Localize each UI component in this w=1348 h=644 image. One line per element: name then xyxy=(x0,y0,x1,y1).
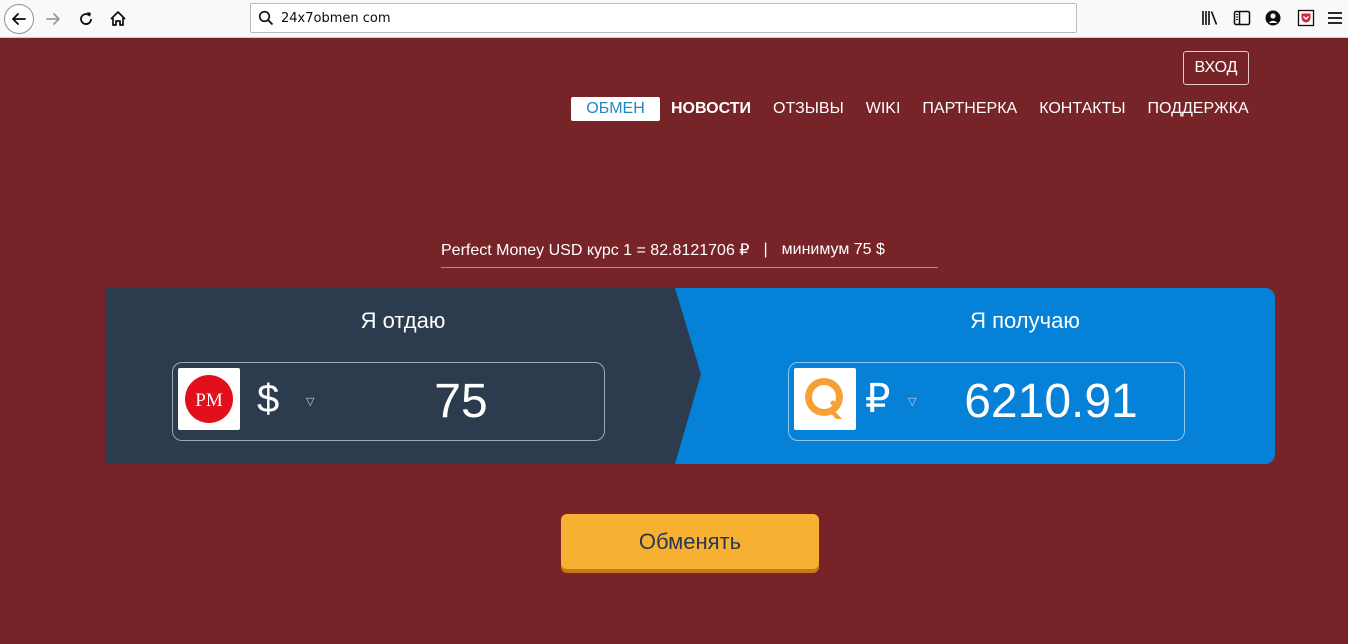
give-currency-dropdown-icon[interactable]: ▽ xyxy=(306,395,314,408)
svg-text:PM: PM xyxy=(195,390,223,411)
get-title: Я получаю xyxy=(970,308,1080,333)
menu-item-reviews[interactable]: ОТЗЫВЫ xyxy=(773,97,844,121)
forward-arrow-icon[interactable] xyxy=(38,4,68,34)
give-amount-field: PM $ ▽ 75 xyxy=(172,362,605,441)
menu-item-exchange[interactable]: ОБМЕН xyxy=(571,97,660,121)
exchange-rate-text: Perfect Money USD курс 1 = 82.8121706 ₽ xyxy=(441,241,750,259)
get-currency-symbol[interactable]: ₽ xyxy=(865,375,890,423)
search-icon xyxy=(258,10,274,26)
browser-toolbar: 24x7obmen com xyxy=(0,0,1348,38)
get-amount-field: ₽ ▽ 6210.91 xyxy=(788,362,1185,441)
pocket-icon[interactable] xyxy=(1296,8,1316,28)
menu-item-support[interactable]: ПОДДЕРЖКА xyxy=(1148,97,1249,121)
rate-separator: | xyxy=(763,240,768,258)
qiwi-logo[interactable] xyxy=(794,368,856,430)
minimum-amount-text: минимум 75 $ xyxy=(781,240,885,258)
reload-icon[interactable] xyxy=(71,4,101,34)
give-title: Я отдаю xyxy=(360,308,446,333)
home-icon[interactable] xyxy=(103,4,133,34)
exchange-rate-line: Perfect Money USD курс 1 = 82.8121706 ₽ … xyxy=(441,232,938,268)
exchange-panel: Я отдаю Я получаю PM $ ▽ 75 ₽ ▽ 6210.91 xyxy=(105,288,1275,464)
get-amount-input[interactable]: 6210.91 xyxy=(939,373,1163,431)
login-button[interactable]: ВХОД xyxy=(1183,51,1249,85)
library-icon[interactable] xyxy=(1200,8,1220,28)
url-text[interactable]: 24x7obmen com xyxy=(281,11,391,26)
back-arrow-icon[interactable] xyxy=(4,4,34,34)
main-menu: ОБМЕН НОВОСТИ ОТЗЫВЫ WIKI ПАРТНЕРКА КОНТ… xyxy=(571,97,1249,121)
get-currency-dropdown-icon[interactable]: ▽ xyxy=(908,395,916,408)
sidebar-icon[interactable] xyxy=(1232,8,1252,28)
perfect-money-logo[interactable]: PM xyxy=(178,368,240,430)
account-icon[interactable] xyxy=(1263,8,1283,28)
menu-item-partners[interactable]: ПАРТНЕРКА xyxy=(922,97,1017,121)
give-amount-input[interactable]: 75 xyxy=(353,373,569,431)
give-currency-symbol[interactable]: $ xyxy=(257,375,279,423)
menu-item-news[interactable]: НОВОСТИ xyxy=(671,97,751,121)
exchange-submit-button[interactable]: Обменять xyxy=(561,514,819,569)
hamburger-menu-icon[interactable] xyxy=(1325,8,1345,28)
menu-item-wiki[interactable]: WIKI xyxy=(866,97,901,121)
address-bar[interactable]: 24x7obmen com xyxy=(250,3,1077,33)
menu-item-contacts[interactable]: КОНТАКТЫ xyxy=(1039,97,1125,121)
